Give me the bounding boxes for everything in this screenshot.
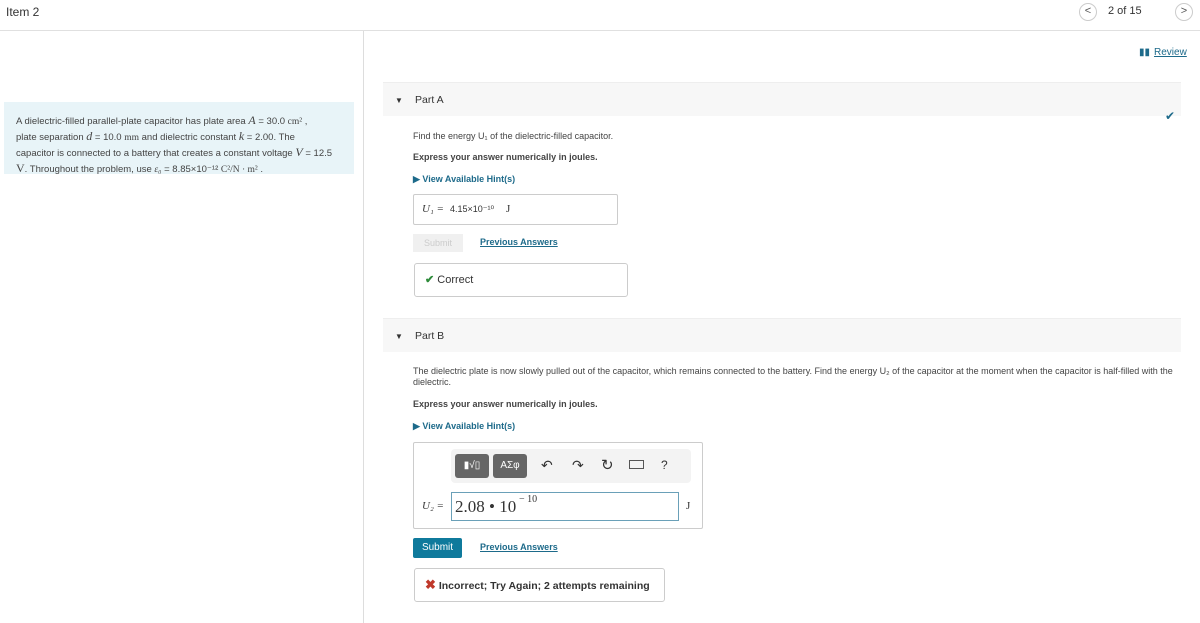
collapse-triangle-icon: ▼: [395, 332, 403, 341]
x-icon: ✖: [425, 577, 436, 592]
part-a-instruction: Express your answer numerically in joule…: [413, 152, 598, 162]
part-a-answer-box: U₁ = 4.15×10⁻¹⁰ J: [413, 194, 618, 225]
chevron-right-icon: >: [1180, 5, 1188, 17]
part-a-hint-toggle[interactable]: ▶ View Available Hint(s): [413, 174, 515, 185]
item-title: Item 2: [6, 5, 40, 19]
collapse-triangle-icon: ▼: [395, 96, 403, 105]
templates-button[interactable]: ▮√▯: [455, 454, 489, 478]
redo-icon[interactable]: ↷: [572, 457, 584, 474]
keyboard-icon[interactable]: [629, 460, 644, 469]
help-button[interactable]: ?: [661, 458, 668, 472]
checkmark-icon: ✔: [1164, 109, 1175, 123]
part-b-submit-button[interactable]: Submit: [413, 538, 462, 558]
part-b-feedback: ✖ Incorrect; Try Again; 2 attempts remai…: [414, 568, 665, 602]
part-a-submit-button[interactable]: Submit: [413, 234, 463, 252]
part-b-previous-answers-link[interactable]: Previous Answers: [480, 542, 558, 552]
math-toolbar: ▮√▯ ΑΣφ ↶ ↷ ↻ ?: [451, 449, 691, 483]
part-a-label: Part A: [415, 94, 444, 106]
page-indicator: 2 of 15: [1108, 5, 1142, 17]
part-b-hint-toggle[interactable]: ▶ View Available Hint(s): [413, 421, 515, 432]
part-a-header[interactable]: ▼ Part A ✔: [383, 82, 1181, 123]
part-a-previous-answers-link[interactable]: Previous Answers: [480, 237, 558, 247]
prev-item-button[interactable]: <: [1079, 3, 1097, 21]
caret-right-icon: ▶: [413, 421, 423, 431]
top-bar: [0, 0, 1200, 31]
part-b-answer-box: ▮√▯ ΑΣφ ↶ ↷ ↻ ? U₂ = 2.08 • 10 − 10 J: [413, 442, 703, 529]
part-b-header[interactable]: ▼ Part B: [383, 318, 1181, 352]
chevron-left-icon: <: [1084, 5, 1092, 17]
part-b-label: Part B: [415, 330, 445, 342]
book-icon: ▮▮: [1139, 47, 1151, 58]
undo-icon[interactable]: ↶: [541, 457, 553, 474]
part-b-answer-input[interactable]: 2.08 • 10 − 10: [451, 492, 679, 521]
review-link[interactable]: ▮▮ Review: [1139, 47, 1187, 58]
next-item-button[interactable]: >: [1175, 3, 1193, 21]
part-b-question: The dielectric plate is now slowly pulle…: [413, 366, 1173, 387]
part-b-instruction: Express your answer numerically in joule…: [413, 399, 598, 409]
problem-statement: A dielectric-filled parallel-plate capac…: [4, 102, 354, 175]
caret-right-icon: ▶: [413, 174, 423, 184]
panel-divider: [363, 31, 364, 623]
reset-icon[interactable]: ↻: [601, 456, 614, 474]
part-a-question: Find the energy U₁ of the dielectric-fil…: [413, 131, 614, 141]
check-icon: ✔: [425, 274, 435, 286]
part-a-feedback: ✔ Correct: [414, 263, 628, 297]
greek-symbols-button[interactable]: ΑΣφ: [493, 454, 527, 478]
